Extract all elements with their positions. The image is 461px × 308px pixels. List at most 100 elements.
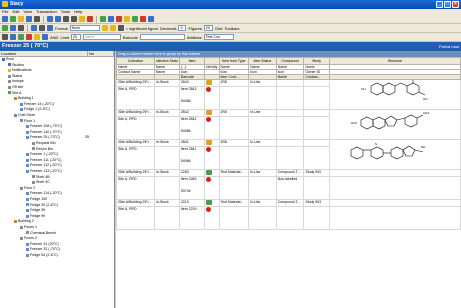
column-header[interactable]: Item Status	[248, 57, 277, 65]
search-toolbar-icon[interactable]	[31, 25, 37, 31]
filter-cell[interactable]: Identity	[204, 64, 220, 70]
column-header[interactable]: Structure	[328, 57, 461, 65]
tree-node[interactable]: Request Bin	[32, 141, 56, 146]
tree-node[interactable]: Freezer 110 (-70°C)	[26, 130, 62, 135]
column-header[interactable]: ollection Statu	[153, 57, 180, 65]
tree-node[interactable]: Fridge 54 (2-8°C)	[26, 253, 58, 258]
table-row[interactable]: Site A, RPD Item 2283 53744 Non-labelled	[116, 176, 461, 200]
add-icon[interactable]	[132, 16, 138, 22]
tree-node[interactable]: Freezer 14 (-20°C)	[20, 102, 54, 107]
column-header[interactable]: Item from Type	[218, 57, 250, 65]
redo-icon[interactable]	[55, 16, 61, 22]
tree-node[interactable]: Freezer 114 (-20°C)	[26, 191, 62, 196]
name-input[interactable]: Name	[82, 34, 121, 40]
view-icon[interactable]	[47, 25, 53, 31]
star-icon[interactable]	[124, 16, 130, 22]
tree-node[interactable]: Freezer 1 (-20°C)	[26, 152, 58, 157]
tree-node[interactable]: Fridge 1 (2-8°C)	[20, 107, 50, 112]
tree-node[interactable]: Floors 2	[20, 236, 37, 241]
tree-node[interactable]: Return Bin	[32, 147, 53, 152]
italic-icon[interactable]	[109, 25, 116, 31]
tree-node[interactable]: Floors 1	[20, 225, 37, 230]
toolbars-label[interactable]: Toolbars	[224, 26, 239, 31]
grid-icon[interactable]	[2, 25, 8, 31]
column-header[interactable]	[204, 57, 220, 65]
barcode-input[interactable]	[139, 34, 185, 40]
close-button[interactable]: ×	[452, 1, 459, 8]
arrow-icon[interactable]	[42, 34, 48, 40]
column-header[interactable]: Compound	[275, 57, 305, 65]
bold-icon[interactable]	[101, 25, 108, 31]
undo-icon[interactable]	[47, 16, 53, 22]
column-header[interactable]: Item	[178, 57, 206, 65]
binoculars-icon[interactable]	[2, 34, 8, 40]
tree-node[interactable]: Chemical Bench	[26, 231, 56, 236]
tree-node[interactable]: Building 1	[14, 96, 34, 101]
figures-input[interactable]: 20	[203, 25, 213, 31]
chart-icon[interactable]	[100, 16, 106, 22]
and-label[interactable]: AND	[50, 35, 58, 40]
forbidden-icon[interactable]	[140, 16, 146, 22]
db-icon[interactable]	[2, 16, 8, 22]
folder-icon[interactable]	[18, 16, 24, 22]
decimals-input[interactable]: 3	[178, 25, 187, 31]
maximize-button[interactable]: □	[444, 1, 451, 8]
tree-node[interactable]: Freezer 25 (-70°C) 35	[26, 135, 89, 140]
tree-node[interactable]: Fridge 30 (2-8°C)	[26, 203, 58, 208]
limit-input[interactable]: 25	[70, 34, 81, 40]
partial-load-label[interactable]: Partial load	[439, 42, 459, 51]
table-row[interactable]: \Site A\Building 2\Fr... In-Stock 2219 Test…	[116, 199, 461, 207]
tree-node[interactable]: Freezer 31 (20°C)	[26, 242, 59, 247]
print-icon[interactable]	[34, 16, 40, 22]
tree-node[interactable]: Cold Store	[14, 113, 35, 118]
grid-view-icon[interactable]	[10, 34, 16, 40]
column-header[interactable]: Collection	[116, 57, 155, 65]
tree-node[interactable]: Studies	[8, 63, 24, 68]
paste-icon[interactable]	[79, 16, 85, 22]
table-row[interactable]: \Site A\Building 2\Fr... In-Stock 2841 JR8 I…	[116, 139, 461, 170]
refresh-icon[interactable]	[10, 16, 16, 22]
tree-node[interactable]: Notifications	[8, 68, 32, 73]
tree-node[interactable]: Building 2	[14, 219, 34, 224]
tree-node[interactable]: Freezer 32 (-70°C)	[26, 247, 60, 252]
delete-icon[interactable]	[87, 16, 93, 22]
tree-node[interactable]: Fridge 99	[26, 214, 45, 219]
cut-icon[interactable]	[63, 16, 69, 22]
tree-node[interactable]: Fridge 100	[26, 197, 47, 202]
tree-node[interactable]: Fridge 39	[26, 208, 45, 213]
tree-node[interactable]: Root	[2, 57, 14, 62]
location-column-header[interactable]: Location	[0, 51, 88, 56]
pencil-icon[interactable]	[34, 34, 40, 40]
columns-icon[interactable]	[10, 25, 16, 31]
tree-node[interactable]: Isotope	[8, 79, 24, 84]
tree-node[interactable]: Freezer 113 (-20°C)	[26, 169, 62, 174]
tree-node[interactable]: Status	[8, 74, 22, 79]
tree-node[interactable]: Freezer 111 (-20°C)	[26, 158, 61, 163]
save-icon[interactable]	[26, 16, 32, 22]
tree-node[interactable]: Floor 1	[20, 119, 35, 124]
minimize-button[interactable]: _	[436, 1, 443, 8]
tree-node[interactable]: Freezer 108 (-70°C)	[26, 124, 62, 129]
email-icon[interactable]	[148, 16, 154, 22]
tree-node[interactable]: Shelf 4C	[32, 180, 50, 185]
table-row[interactable]: \Site A\Building 2\Fr... In-Stock 2283 Test…	[116, 169, 461, 177]
attribute-select[interactable]: Test Con	[203, 34, 234, 40]
filter-icon[interactable]	[18, 25, 24, 31]
tree-node[interactable]: Site A	[8, 91, 21, 96]
align-icon[interactable]	[117, 25, 124, 31]
table-row[interactable]: Site A, RPD Item 2219	[116, 206, 461, 230]
search-icon[interactable]	[108, 16, 114, 22]
tree-node[interactable]: Off site	[8, 85, 23, 90]
tree-node[interactable]: Shelf 4B	[32, 175, 50, 180]
no-column-header[interactable]: No	[88, 51, 114, 56]
table-row[interactable]: \Site A\Building 2\Fr... In-Stock 2842 JR8 I…	[116, 109, 461, 140]
column-header[interactable]: Study	[303, 57, 330, 65]
tree-view-icon[interactable]	[18, 34, 24, 40]
format-select[interactable]: None	[69, 25, 100, 31]
stop-icon[interactable]	[116, 16, 122, 22]
table-row[interactable]: \Site A\Building 2\Fr... In-Stock 2843 JR8 I…	[116, 79, 461, 110]
clear-icon[interactable]	[26, 34, 32, 40]
copy-icon[interactable]	[71, 16, 77, 22]
grid-label[interactable]: Grid	[215, 26, 223, 31]
tree-node[interactable]: Floor 2	[20, 186, 35, 191]
